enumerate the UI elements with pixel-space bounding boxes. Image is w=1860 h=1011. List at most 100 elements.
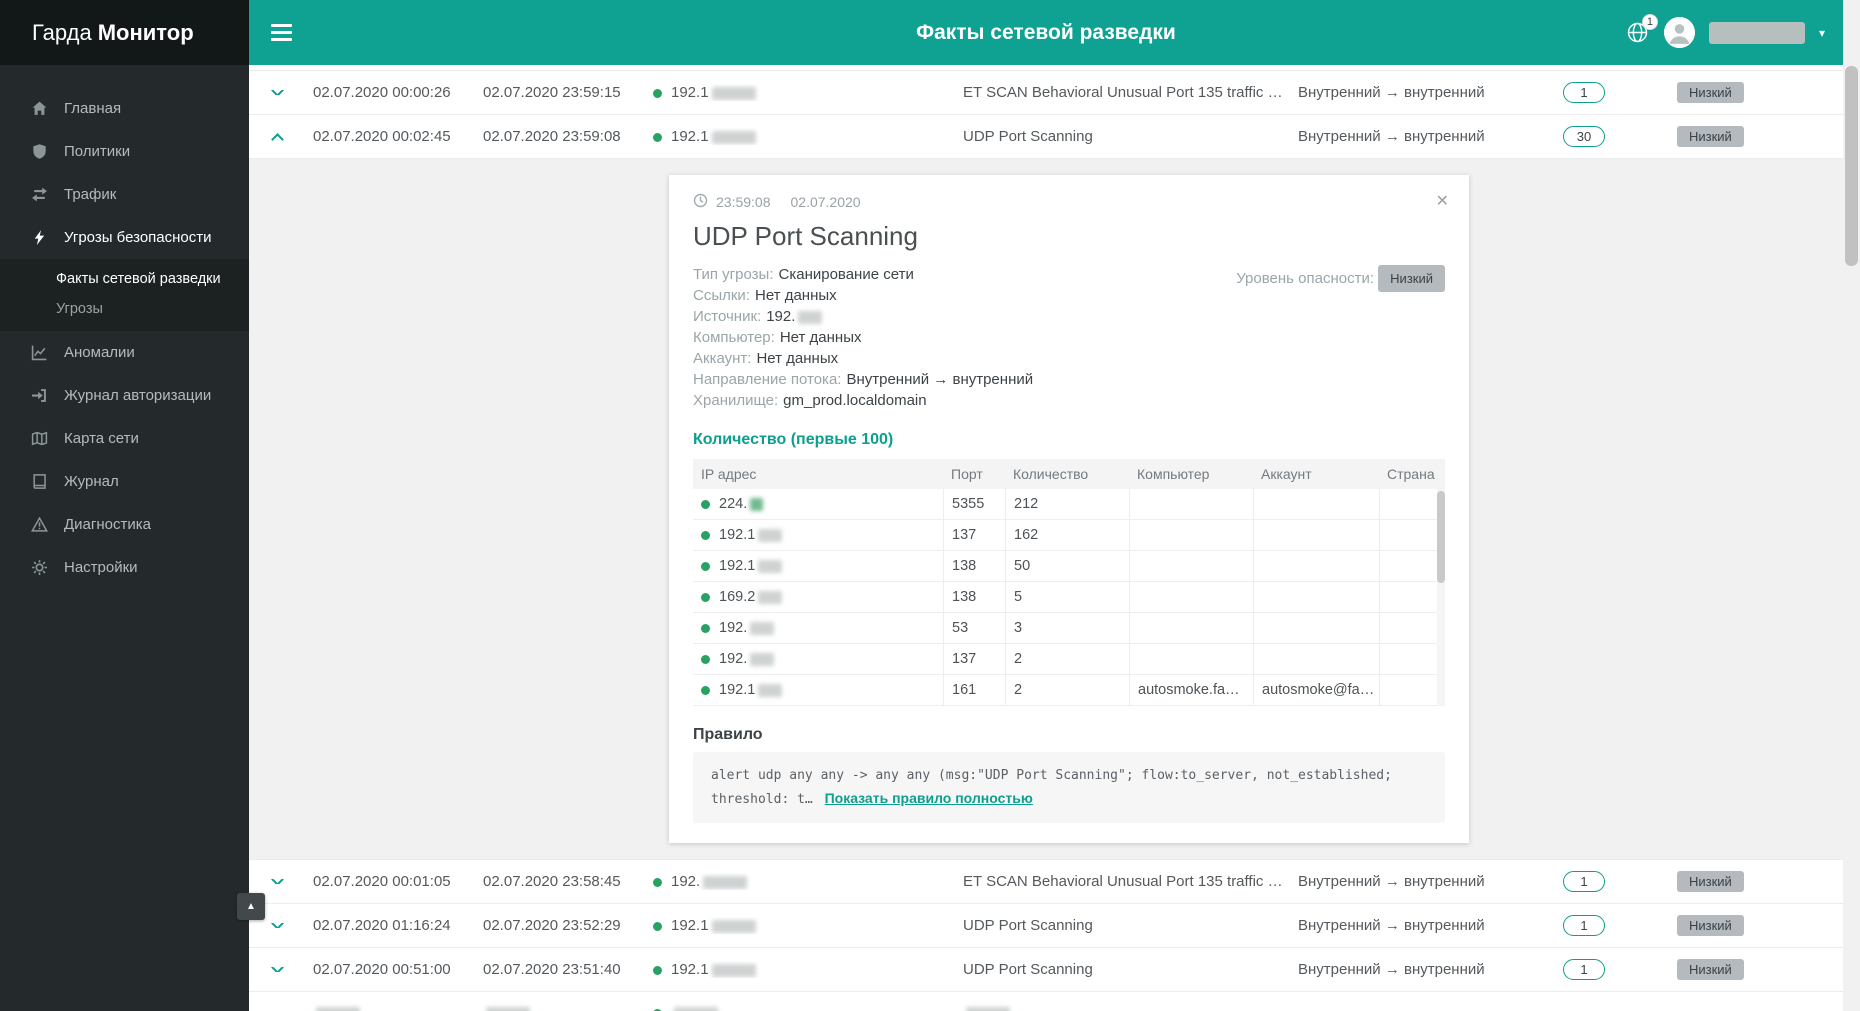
sidebar-item-auth-log[interactable]: Журнал авторизации	[0, 374, 249, 417]
sidebar-item-anomalies[interactable]: Аномалии	[0, 331, 249, 374]
level-badge: Низкий	[1378, 265, 1445, 292]
sidebar-item-diagnostics[interactable]: Диагностика	[0, 503, 249, 546]
count-badge: 30	[1563, 126, 1605, 147]
scrollbar-thumb[interactable]	[1845, 66, 1858, 266]
show-full-rule-link[interactable]: Показать правило полностью	[825, 790, 1033, 806]
fact-source-ip: 192.1	[645, 917, 955, 934]
sidebar-item-threats-list[interactable]: Угрозы	[0, 294, 249, 324]
status-dot-icon	[701, 592, 710, 602]
fact-level: Низкий	[1655, 82, 1843, 103]
danger-level: Уровень опасности: Низкий	[1236, 265, 1445, 292]
col-count: Количество	[1013, 466, 1089, 482]
fact-row[interactable]: 02.07.2020 01:16:24 02.07.2020 23:52:29 …	[249, 904, 1843, 948]
expanded-row-area: ✕ 23:59:08 02.07.2020 UDP Port Scanning …	[249, 159, 1843, 860]
count-row: 192.1 161 2 autosmoke.fa… autosmoke@fa…	[693, 675, 1445, 706]
fact-start: 02.07.2020 00:01:05	[313, 873, 451, 890]
fact-count: 1	[1505, 915, 1655, 936]
detail-title: UDP Port Scanning	[693, 221, 918, 251]
app-logo: Гарда Монитор	[0, 0, 249, 65]
fact-direction: Внутренний → внутренний	[1298, 84, 1485, 101]
fact-threat: UDP Port Scanning	[963, 128, 1093, 145]
fact-row[interactable]: 02.07.2020 00:01:05 02.07.2020 23:58:45 …	[249, 860, 1843, 904]
sidebar-item-label: Карта сети	[64, 430, 139, 447]
count-row: 192. 137 2	[693, 644, 1445, 675]
scroll-to-top-button[interactable]: ▲	[237, 893, 265, 920]
close-icon[interactable]: ✕	[1436, 191, 1449, 211]
rule-text: alert udp any any -> any any (msg:"UDP P…	[711, 768, 1392, 807]
redacted-ip	[758, 528, 783, 542]
sidebar-item-threats[interactable]: Угрозы безопасности	[0, 216, 249, 259]
count-table-scrollbar[interactable]	[1437, 489, 1445, 706]
clock-icon	[693, 193, 708, 211]
level-badge: Низкий	[1677, 959, 1744, 980]
globe-icon	[1626, 22, 1649, 48]
hamburger-menu-icon[interactable]	[271, 24, 292, 41]
sidebar-subitem-label: Факты сетевой разведки	[56, 271, 221, 287]
fact-end: 02.07.2020 23:59:08	[483, 128, 621, 145]
user-avatar[interactable]	[1663, 17, 1695, 48]
fact-direction: Внутренний → внутренний	[1298, 961, 1485, 978]
fact-source-ip: 192.1	[645, 128, 955, 145]
sidebar-item-policies[interactable]: Политики	[0, 130, 249, 173]
sidebar-item-label: Журнал авторизации	[64, 387, 212, 404]
fact-end: 02.07.2020 23:58:45	[483, 873, 621, 890]
fact-start: 02.07.2020 00:00:26	[313, 84, 451, 101]
fact-direction: Внутренний → внутренний	[1298, 917, 1485, 934]
expand-button[interactable]	[249, 879, 305, 884]
fact-level: Низкий	[1655, 871, 1843, 892]
chevron-down-icon	[270, 90, 284, 95]
redacted-ip	[758, 683, 783, 697]
sidebar-item-network-map[interactable]: Карта сети	[0, 417, 249, 460]
chevron-down-icon[interactable]: ▾	[1819, 26, 1825, 40]
redacted-ip	[711, 130, 756, 144]
expand-button[interactable]	[249, 967, 305, 972]
status-dot-icon	[701, 561, 710, 571]
fact-row-expanded[interactable]: 02.07.2020 00:02:45 02.07.2020 23:59:08 …	[249, 115, 1843, 159]
fact-level: Низкий	[1655, 915, 1843, 936]
redacted-ip	[798, 310, 823, 324]
sidebar-item-traffic[interactable]: Трафик	[0, 173, 249, 216]
logo-text: Гарда	[32, 19, 92, 45]
fact-threat: ET SCAN Behavioral Unusual Port 135 traf…	[963, 873, 1290, 890]
sidebar-item-network-recon-facts[interactable]: Факты сетевой разведки	[0, 264, 249, 294]
expand-button[interactable]	[249, 923, 305, 928]
status-dot-icon	[701, 685, 710, 695]
status-dot-icon	[701, 530, 710, 540]
count-table: IP адрес Порт Количество Компьютер Аккау…	[693, 459, 1445, 706]
sidebar-item-home[interactable]: Главная	[0, 87, 249, 130]
scrollbar-thumb[interactable]	[1437, 491, 1445, 583]
fact-level: Низкий	[1655, 959, 1843, 980]
book-icon	[30, 472, 49, 491]
page-scrollbar[interactable]	[1843, 0, 1860, 1011]
topbar: Факты сетевой разведки 1 ▾	[249, 0, 1843, 65]
expand-button[interactable]	[249, 90, 305, 95]
detail-field: Направление потока: Внутренний → внутренн…	[693, 371, 1034, 388]
detail-date: 02.07.2020	[790, 194, 861, 210]
notification-badge: 1	[1641, 13, 1658, 30]
status-dot-icon	[701, 623, 710, 633]
detail-field: Компьютер: Нет данных	[693, 329, 862, 346]
fact-row[interactable]: 02.07.2020 00:00:26 02.07.2020 23:59:15 …	[249, 71, 1843, 115]
rule-section-title: Правило	[693, 726, 763, 743]
rule-code-block: alert udp any any -> any any (msg:"UDP P…	[693, 752, 1445, 823]
chevron-down-icon	[270, 967, 284, 972]
user-name-redacted[interactable]	[1708, 21, 1805, 44]
map-icon	[30, 429, 49, 448]
sidebar-item-settings[interactable]: Настройки	[0, 546, 249, 589]
count-badge: 1	[1563, 82, 1605, 103]
redacted-ip	[703, 875, 748, 889]
detail-field: Хранилище: gm_prod.localdomain	[693, 392, 927, 409]
level-badge: Низкий	[1677, 871, 1744, 892]
fact-count: 1	[1505, 959, 1655, 980]
sidebar: Гарда Монитор Главная Политики Трафик Уг…	[0, 0, 249, 1011]
redacted-ip	[750, 497, 764, 511]
count-badge: 1	[1563, 915, 1605, 936]
chevron-up-icon	[270, 132, 284, 144]
fact-start: 02.07.2020 00:02:45	[313, 128, 451, 145]
sidebar-item-journal[interactable]: Журнал	[0, 460, 249, 503]
redacted-text	[316, 1007, 360, 1011]
detail-fields: Тип угрозы: Сканирование сети Ссылки: Нет …	[693, 264, 1445, 411]
collapse-button[interactable]	[249, 130, 305, 144]
notifications-button[interactable]: 1	[1626, 13, 1658, 48]
fact-row[interactable]: 02.07.2020 00:51:00 02.07.2020 23:51:40 …	[249, 948, 1843, 992]
